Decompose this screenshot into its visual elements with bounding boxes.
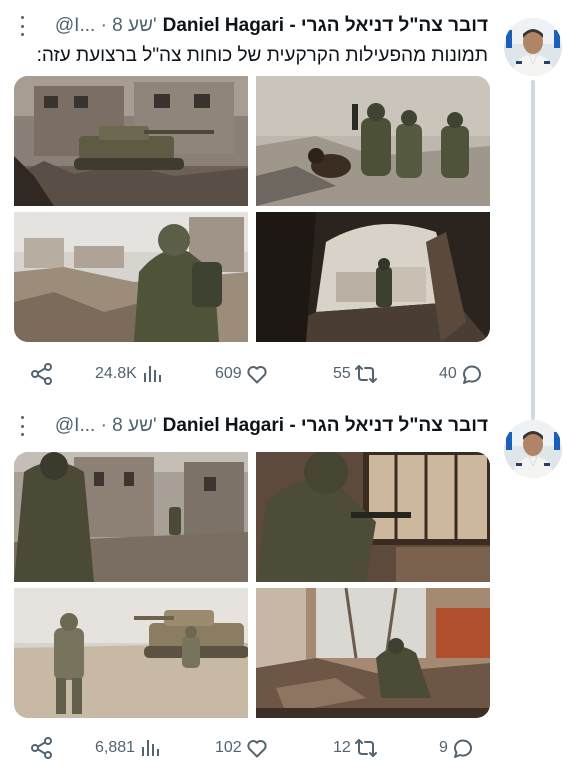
- like-count: 609: [215, 365, 242, 382]
- media-image[interactable]: [14, 212, 248, 342]
- media-image[interactable]: [256, 588, 490, 718]
- media-grid[interactable]: [14, 452, 490, 718]
- views-count: 24.8K: [95, 365, 137, 382]
- reply-button[interactable]: 9: [436, 736, 475, 760]
- views-button[interactable]: 6,881: [92, 736, 162, 760]
- retweet-count: 55: [333, 365, 351, 382]
- tweet-text: תמונות מהפעילות הקרקעית של כוחות צה"ל בר…: [36, 45, 488, 66]
- like-button[interactable]: 609: [212, 362, 269, 386]
- retweet-icon: [354, 365, 377, 383]
- reply-count: 40: [439, 365, 457, 382]
- share-icon: [31, 737, 52, 759]
- media-image[interactable]: [256, 212, 490, 342]
- reply-icon: [462, 365, 481, 384]
- tweet-actions: 6,881 102 12 9: [30, 735, 490, 761]
- media-image[interactable]: [14, 452, 248, 582]
- media-image[interactable]: [256, 76, 490, 206]
- share-button[interactable]: [30, 736, 54, 760]
- views-icon: [142, 740, 160, 756]
- tweet[interactable]: דובר צה"ל דניאל הגרי - Daniel Hagari @I.…: [0, 0, 576, 420]
- media-grid[interactable]: [14, 76, 490, 342]
- more-icon[interactable]: [14, 16, 30, 36]
- reply-icon: [453, 739, 472, 758]
- avatar[interactable]: [504, 18, 562, 76]
- reply-button[interactable]: 40: [436, 362, 484, 386]
- views-button[interactable]: 24.8K: [92, 362, 164, 386]
- reply-count: 9: [439, 739, 448, 756]
- like-button[interactable]: 102: [212, 736, 269, 760]
- tweet[interactable]: דובר צה"ל דניאל הגרי - Daniel Hagari @I.…: [0, 396, 576, 774]
- views-icon: [143, 366, 161, 382]
- media-image[interactable]: [14, 588, 248, 718]
- tweet-meta[interactable]: @I... · 8 שע': [55, 15, 157, 37]
- retweet-count: 12: [333, 739, 351, 756]
- author-name[interactable]: דובר צה"ל דניאל הגרי - Daniel Hagari: [163, 15, 488, 37]
- share-button[interactable]: [30, 362, 54, 386]
- tweet-actions: 24.8K 609 55 40: [30, 361, 490, 387]
- retweet-icon: [354, 739, 377, 757]
- author-name[interactable]: דובר צה"ל דניאל הגרי - Daniel Hagari: [163, 415, 488, 437]
- avatar[interactable]: [504, 420, 562, 478]
- tweet-header: דובר צה"ל דניאל הגרי - Daniel Hagari @I.…: [14, 414, 488, 438]
- heart-icon: [247, 366, 267, 384]
- tweet-header: דובר צה"ל דניאל הגרי - Daniel Hagari @I.…: [14, 14, 488, 38]
- retweet-button[interactable]: 12: [330, 736, 378, 760]
- views-count: 6,881: [95, 739, 136, 756]
- like-count: 102: [215, 739, 242, 756]
- share-icon: [31, 363, 52, 385]
- media-image[interactable]: [14, 76, 248, 206]
- heart-icon: [247, 740, 267, 758]
- media-image[interactable]: [256, 452, 490, 582]
- thread-line: [531, 80, 535, 420]
- retweet-button[interactable]: 55: [330, 362, 378, 386]
- more-icon[interactable]: [14, 416, 30, 436]
- tweet-meta[interactable]: @I... · 8 שע': [55, 415, 157, 437]
